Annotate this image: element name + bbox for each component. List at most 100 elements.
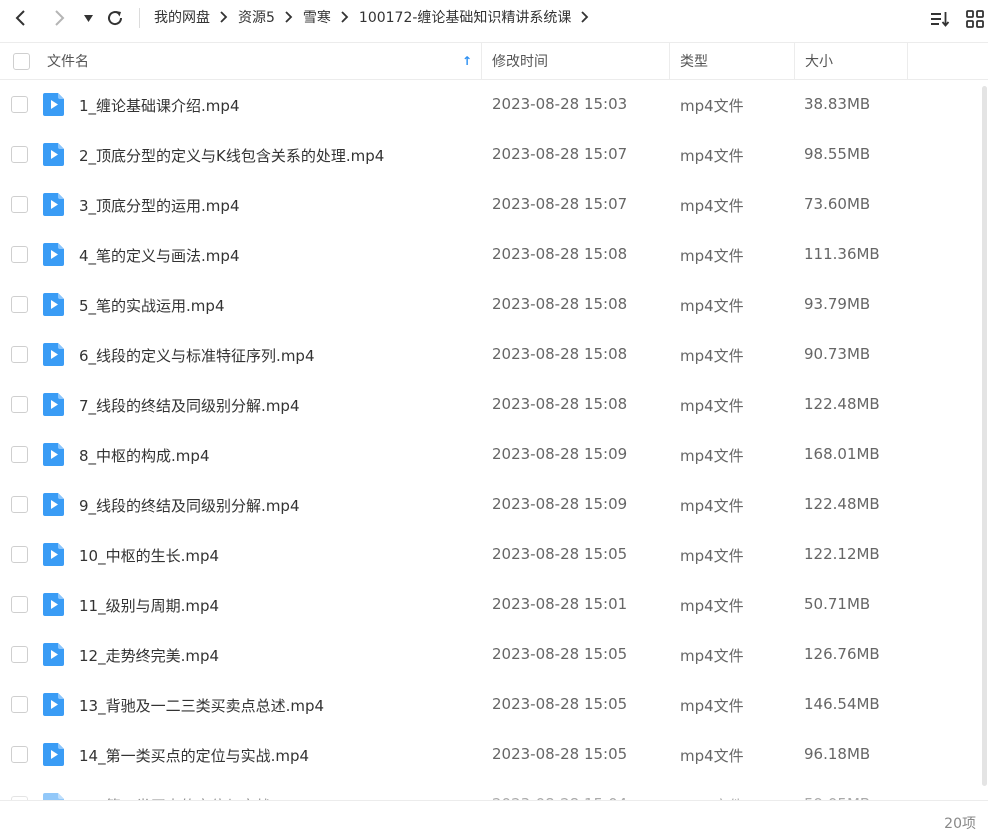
file-name[interactable]: 12_走势终完美.mp4 xyxy=(79,645,219,666)
breadcrumb: 我的网盘 资源5 雪寒 100172-缠论基础知识精讲系统课 xyxy=(154,0,599,34)
history-dropdown-icon[interactable] xyxy=(80,6,96,30)
file-name[interactable]: 3_顶底分型的运用.mp4 xyxy=(79,195,240,216)
file-name[interactable]: 11_级别与周期.mp4 xyxy=(79,595,219,616)
file-row[interactable]: 9_线段的终结及同级别分解.mp4 2023-08-28 15:09 mp4文件 12… xyxy=(0,480,988,530)
column-header-size[interactable]: 大小 xyxy=(805,43,833,79)
file-type: mp4文件 xyxy=(680,247,744,265)
toolbar-divider xyxy=(139,8,140,28)
row-checkbox[interactable] xyxy=(11,696,28,713)
file-name[interactable]: 8_中枢的构成.mp4 xyxy=(79,445,210,466)
file-row[interactable]: 1_缠论基础课介绍.mp4 2023-08-28 15:03 mp4文件 38.83M… xyxy=(0,80,988,130)
row-checkbox[interactable] xyxy=(11,646,28,663)
file-row[interactable]: 3_顶底分型的运用.mp4 2023-08-28 15:07 mp4文件 73.60M… xyxy=(0,180,988,230)
file-name[interactable]: 10_中枢的生长.mp4 xyxy=(79,545,219,566)
row-checkbox[interactable] xyxy=(11,396,28,413)
chevron-right-icon[interactable] xyxy=(581,11,589,23)
sort-ascending-icon[interactable]: ↑ xyxy=(462,54,472,68)
row-checkbox[interactable] xyxy=(11,296,28,313)
file-row[interactable]: 15_第二类买点的定位与实战.mp42023-08-28 15:04mp4文件5… xyxy=(0,780,988,800)
refresh-icon[interactable] xyxy=(104,6,126,30)
row-checkbox[interactable] xyxy=(11,346,28,363)
file-type: mp4文件 xyxy=(680,647,744,665)
column-header-name[interactable]: 文件名 xyxy=(47,43,89,79)
file-type: mp4文件 xyxy=(680,747,744,765)
file-name[interactable]: 5_笔的实战运用.mp4 xyxy=(79,295,225,316)
file-name[interactable]: 7_线段的终结及同级别分解.mp4 xyxy=(79,395,300,416)
file-row[interactable]: 4_笔的定义与画法.mp4 2023-08-28 15:08 mp4文件 111.36… xyxy=(0,230,988,280)
column-divider[interactable] xyxy=(481,43,482,79)
video-file-icon xyxy=(43,443,64,466)
file-name[interactable]: 4_笔的定义与画法.mp4 xyxy=(79,245,240,266)
file-name[interactable]: 1_缠论基础课介绍.mp4 xyxy=(79,95,240,116)
row-checkbox[interactable] xyxy=(11,196,28,213)
file-row[interactable]: 7_线段的终结及同级别分解.mp4 2023-08-28 15:08 mp4文件 12… xyxy=(0,380,988,430)
file-modified-date: 2023-08-28 15:08 xyxy=(492,395,628,413)
scrollbar-thumb[interactable] xyxy=(982,86,987,786)
file-name[interactable]: 13_背驰及一二三类买卖点总述.mp4 xyxy=(79,695,324,716)
file-size: 122.48MB xyxy=(804,395,880,413)
file-row[interactable]: 14_第一类买点的定位与实战.mp4 2023-08-28 15:05 mp4文件 9… xyxy=(0,730,988,780)
file-modified-date: 2023-08-28 15:07 xyxy=(492,145,628,163)
column-header-type[interactable]: 类型 xyxy=(680,43,708,79)
row-checkbox[interactable] xyxy=(11,246,28,263)
breadcrumb-item[interactable]: 我的网盘 xyxy=(154,7,210,27)
video-file-icon xyxy=(43,493,64,516)
row-checkbox[interactable] xyxy=(11,596,28,613)
file-row[interactable]: 10_中枢的生长.mp4 2023-08-28 15:05 mp4文件 122.12M… xyxy=(0,530,988,580)
video-file-icon xyxy=(43,293,64,316)
file-type: mp4文件 xyxy=(680,97,744,115)
row-checkbox[interactable] xyxy=(11,746,28,763)
breadcrumb-item[interactable]: 雪寒 xyxy=(303,7,331,27)
file-type: mp4文件 xyxy=(680,147,744,165)
row-checkbox[interactable] xyxy=(11,96,28,113)
back-icon[interactable] xyxy=(8,6,32,30)
sort-list-icon[interactable] xyxy=(929,8,951,30)
breadcrumb-item[interactable]: 100172-缠论基础知识精讲系统课 xyxy=(359,7,572,27)
file-name[interactable]: 6_线段的定义与标准特征序列.mp4 xyxy=(79,345,315,366)
file-modified-date: 2023-08-28 15:08 xyxy=(492,245,628,263)
file-name[interactable]: 14_第一类买点的定位与实战.mp4 xyxy=(79,745,309,766)
file-modified-date: 2023-08-28 15:09 xyxy=(492,495,628,513)
select-all-checkbox[interactable] xyxy=(13,53,30,70)
file-modified-date: 2023-08-28 15:05 xyxy=(492,645,628,663)
file-size: 38.83MB xyxy=(804,95,871,113)
file-size: 73.60MB xyxy=(804,195,871,213)
file-size: 146.54MB xyxy=(804,695,880,713)
column-divider[interactable] xyxy=(907,43,908,79)
forward-icon[interactable] xyxy=(48,6,72,30)
file-row[interactable]: 8_中枢的构成.mp4 2023-08-28 15:09 mp4文件 168.01MB xyxy=(0,430,988,480)
chevron-right-icon xyxy=(285,11,293,23)
file-type: mp4文件 xyxy=(680,697,744,715)
row-checkbox[interactable] xyxy=(11,446,28,463)
file-row[interactable]: 5_笔的实战运用.mp4 2023-08-28 15:08 mp4文件 93.79MB xyxy=(0,280,988,330)
file-modified-date: 2023-08-28 15:05 xyxy=(492,745,628,763)
grid-view-icon[interactable] xyxy=(964,8,986,30)
video-file-icon xyxy=(43,193,64,216)
file-row[interactable]: 6_线段的定义与标准特征序列.mp4 2023-08-28 15:08 mp4文件 9… xyxy=(0,330,988,380)
vertical-scrollbar[interactable] xyxy=(982,80,987,800)
file-row[interactable]: 12_走势终完美.mp4 2023-08-28 15:05 mp4文件 126.76M… xyxy=(0,630,988,680)
row-checkbox[interactable] xyxy=(11,496,28,513)
file-type: mp4文件 xyxy=(680,297,744,315)
row-checkbox[interactable] xyxy=(11,546,28,563)
file-modified-date: 2023-08-28 15:08 xyxy=(492,345,628,363)
row-checkbox[interactable] xyxy=(11,146,28,163)
column-header-modified[interactable]: 修改时间 xyxy=(492,43,548,79)
file-list: 1_缠论基础课介绍.mp4 2023-08-28 15:03 mp4文件 38.83M… xyxy=(0,80,988,800)
file-modified-date: 2023-08-28 15:07 xyxy=(492,195,628,213)
column-divider[interactable] xyxy=(669,43,670,79)
file-size: 126.76MB xyxy=(804,645,880,663)
video-file-icon xyxy=(43,793,64,800)
file-modified-date: 2023-08-28 15:03 xyxy=(492,95,628,113)
file-name[interactable]: 9_线段的终结及同级别分解.mp4 xyxy=(79,495,300,516)
file-size: 122.12MB xyxy=(804,545,880,563)
file-name[interactable]: 2_顶底分型的定义与K线包含关系的处理.mp4 xyxy=(79,145,384,166)
file-row[interactable]: 13_背驰及一二三类买卖点总述.mp4 2023-08-28 15:05 mp4文件… xyxy=(0,680,988,730)
file-row[interactable]: 11_级别与周期.mp4 2023-08-28 15:01 mp4文件 50.71MB xyxy=(0,580,988,630)
column-divider[interactable] xyxy=(794,43,795,79)
file-size: 111.36MB xyxy=(804,245,880,263)
file-modified-date: 2023-08-28 15:09 xyxy=(492,445,628,463)
file-size: 90.73MB xyxy=(804,345,871,363)
file-row[interactable]: 2_顶底分型的定义与K线包含关系的处理.mp4 2023-08-28 15:07 m… xyxy=(0,130,988,180)
breadcrumb-item[interactable]: 资源5 xyxy=(238,7,275,27)
